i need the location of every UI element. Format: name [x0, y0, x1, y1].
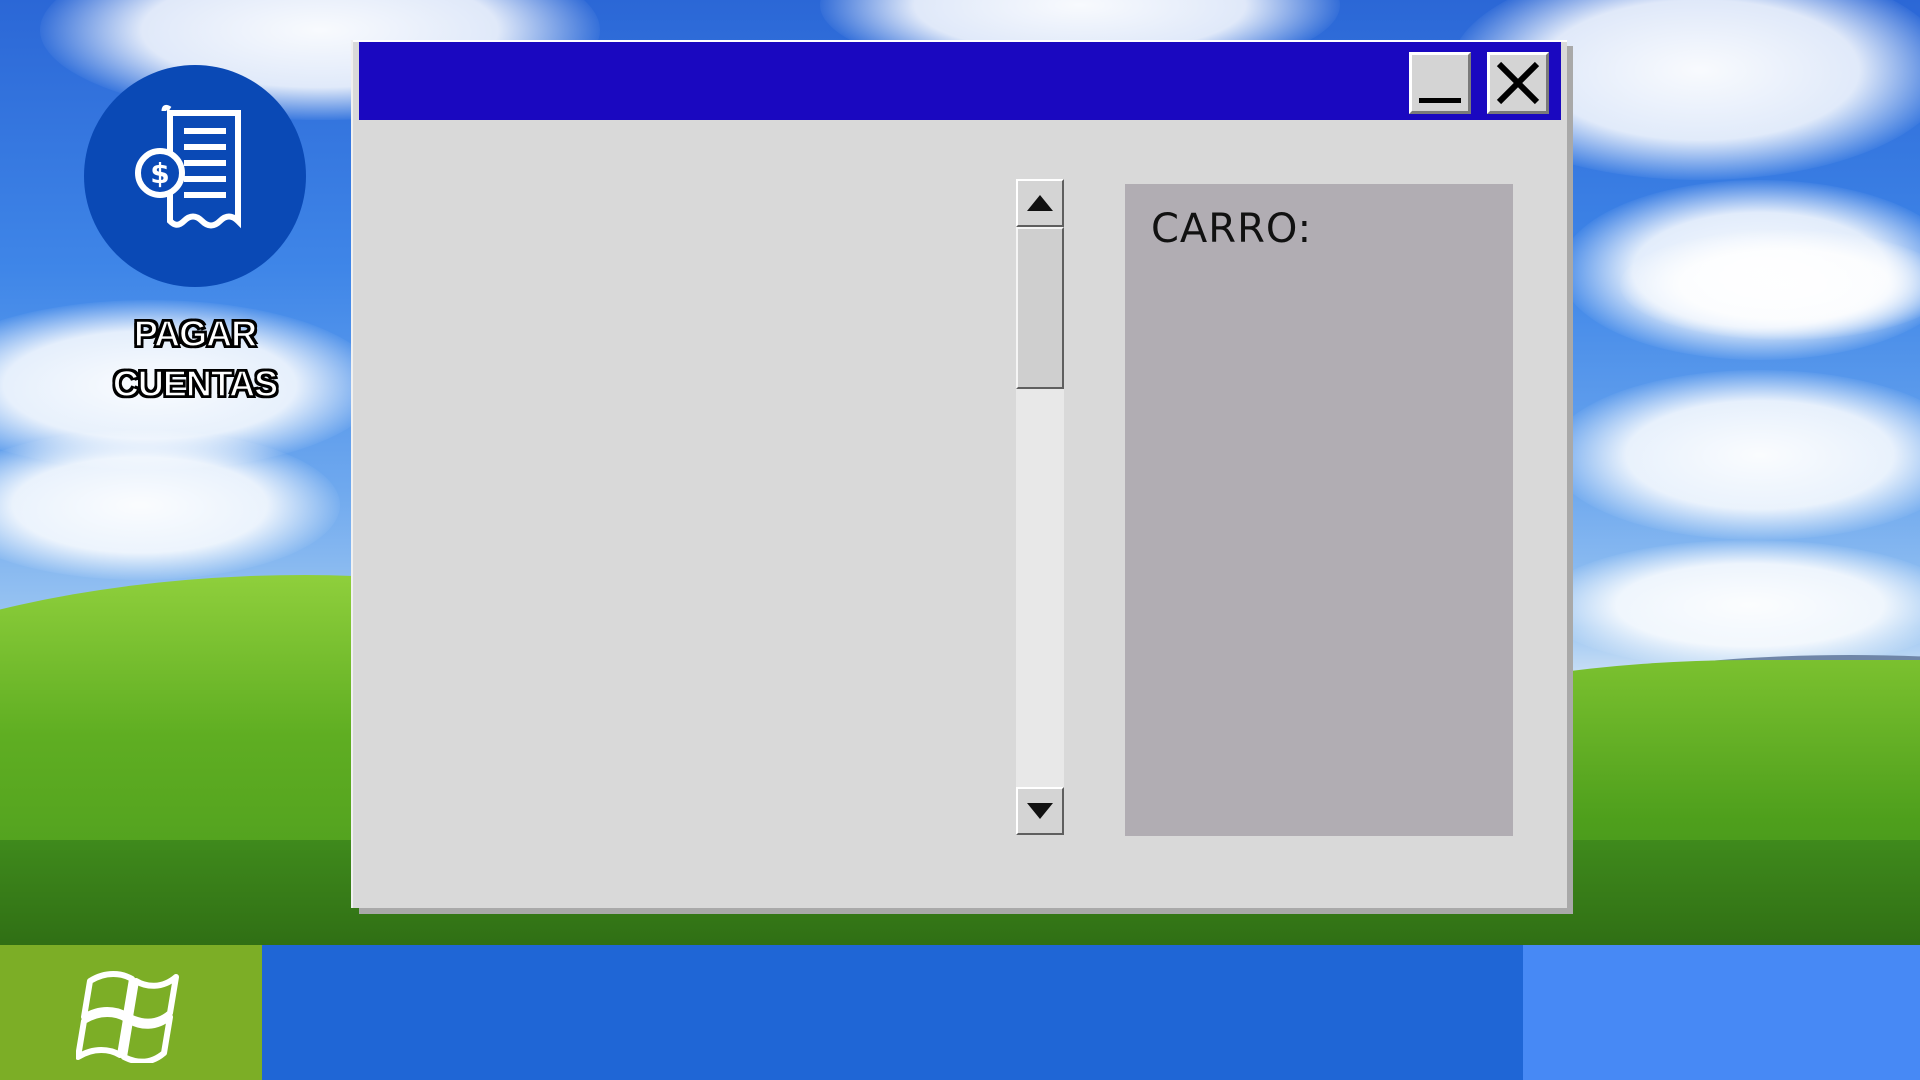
- shortcut-label: PAGAR CUENTAS: [112, 309, 279, 409]
- taskbar: [0, 945, 1920, 1080]
- windows-logo-icon: [76, 970, 179, 1063]
- close-button[interactable]: [1487, 52, 1549, 114]
- cart-title: CARRO:: [1151, 206, 1313, 252]
- shortcut-label-line1: PAGAR: [133, 312, 258, 355]
- system-tray[interactable]: [1523, 945, 1920, 1080]
- cart-window: CARRO:: [353, 40, 1567, 908]
- svg-text:$: $: [150, 157, 169, 190]
- window-titlebar[interactable]: [359, 42, 1561, 120]
- bill-receipt-dollar-icon: $: [135, 104, 241, 229]
- cart-panel: CARRO:: [1125, 184, 1513, 836]
- scroll-up-button[interactable]: [1016, 179, 1064, 227]
- shortcut-label-line2: CUENTAS: [112, 362, 279, 405]
- minimize-button[interactable]: [1409, 52, 1471, 114]
- arrow-up-icon: [1027, 195, 1053, 211]
- cloud: [1540, 540, 1920, 670]
- scroll-down-button[interactable]: [1016, 787, 1064, 835]
- start-button[interactable]: [0, 945, 262, 1080]
- close-icon: [1496, 61, 1540, 105]
- shortcut-icon-circle: $: [84, 65, 306, 287]
- scrollbar-thumb[interactable]: [1016, 227, 1064, 389]
- vertical-scrollbar[interactable]: [1016, 179, 1064, 835]
- arrow-down-icon: [1027, 803, 1053, 819]
- minimize-icon: [1419, 98, 1461, 103]
- cloud: [1550, 370, 1920, 540]
- product-list-area[interactable]: [373, 179, 1003, 835]
- desktop-shortcut-pagar-cuentas[interactable]: $ PAGAR CUENTAS: [70, 65, 320, 409]
